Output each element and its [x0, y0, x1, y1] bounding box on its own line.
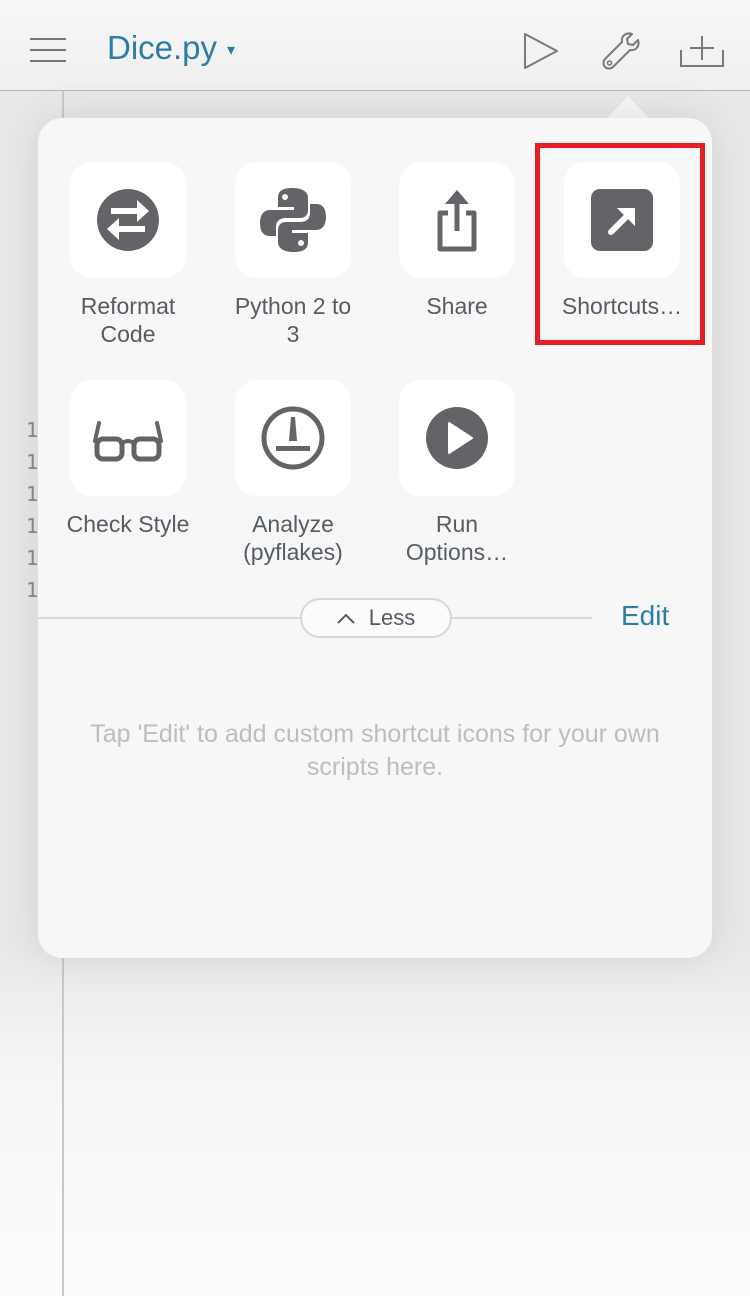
action-label: Run Options…	[405, 511, 509, 565]
popover-arrow	[606, 96, 650, 119]
share-action[interactable]: Share	[372, 162, 542, 320]
action-tile[interactable]	[70, 380, 186, 496]
analyze-pyflakes-action[interactable]: Analyze (pyflakes)	[208, 380, 378, 566]
file-title-button[interactable]: Dice.py ▾	[107, 26, 235, 70]
custom-shortcuts-hint: Tap 'Edit' to add custom shortcut icons …	[90, 720, 660, 781]
chevron-down-icon: ▾	[227, 42, 236, 59]
file-title: Dice.py	[107, 29, 218, 66]
action-label: Analyze (pyflakes)	[243, 511, 343, 565]
edit-button[interactable]: Edit	[621, 600, 669, 632]
divider-left	[38, 617, 300, 619]
menu-icon[interactable]	[30, 36, 66, 66]
less-button[interactable]: Less	[300, 598, 452, 638]
gauge-icon	[261, 406, 325, 470]
shortcuts-highlight-box	[535, 143, 705, 345]
run-icon[interactable]	[522, 31, 560, 71]
action-label: Share	[426, 293, 488, 319]
reformat-code-action[interactable]: Reformat Code	[43, 162, 213, 348]
reformat-icon	[97, 189, 159, 251]
action-tile[interactable]	[70, 162, 186, 278]
run-options-action[interactable]: Run Options…	[372, 380, 542, 566]
action-label: Check Style	[66, 511, 190, 537]
chevron-up-icon	[337, 613, 355, 624]
new-file-icon[interactable]	[679, 36, 725, 68]
wrench-icon[interactable]	[600, 30, 642, 72]
action-tile[interactable]	[399, 162, 515, 278]
action-label: Python 2 to 3	[234, 293, 352, 347]
action-label: Reformat Code	[80, 293, 176, 347]
top-bar: Dice.py ▾	[0, 0, 750, 91]
python-icon	[260, 188, 326, 252]
less-label: Less	[368, 605, 416, 630]
glasses-icon	[93, 421, 163, 462]
action-tile[interactable]	[235, 380, 351, 496]
check-style-action[interactable]: Check Style	[43, 380, 213, 538]
action-tile[interactable]	[235, 162, 351, 278]
play-circle-icon	[426, 407, 488, 469]
share-icon	[437, 190, 477, 252]
python-2-to-3-action[interactable]: Python 2 to 3	[208, 162, 378, 348]
action-tile[interactable]	[399, 380, 515, 496]
divider-right	[450, 617, 592, 619]
